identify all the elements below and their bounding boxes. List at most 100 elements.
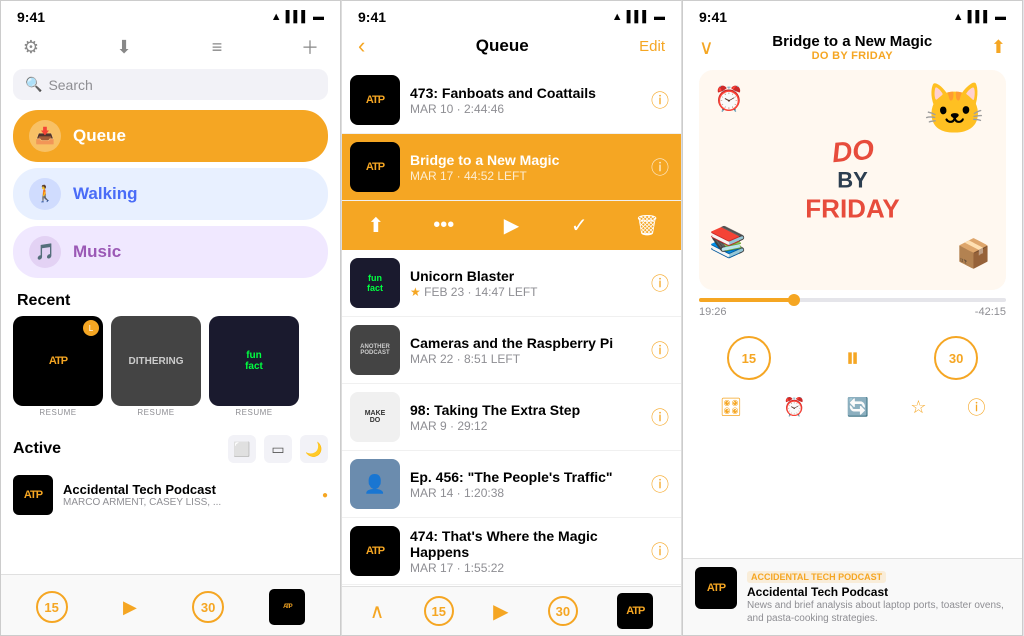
settings-icon[interactable]: ⚙ xyxy=(17,33,45,61)
search-bar[interactable]: 🔍 Search xyxy=(13,69,328,100)
music-nav-icon: 🎵 xyxy=(29,236,61,268)
alarm-icon[interactable]: ⏰ xyxy=(783,397,805,418)
active-icons: ⬜ ▭ 🌙 xyxy=(228,435,328,463)
qi-title-6: Ep. 456: "The People's Traffic" xyxy=(410,469,641,485)
moon-icon[interactable]: 🌙 xyxy=(300,435,328,463)
queue-item-4[interactable]: ANOTHERPODCAST Cameras and the Raspberry… xyxy=(342,317,681,384)
info-icon-p3[interactable]: ⓘ xyxy=(967,394,985,420)
p2-forward-btn[interactable]: 30 xyxy=(548,596,578,626)
nav-music[interactable]: 🎵 Music xyxy=(13,226,328,278)
qi-info-3: Unicorn Blaster ★ FEB 23 · 14:47 LEFT xyxy=(410,268,641,299)
qi-info-btn-5[interactable]: ⓘ xyxy=(651,404,669,430)
queue-item-7[interactable]: ATP 474: That's Where the Magic Happens … xyxy=(342,518,681,585)
rewind-15-btn-p3[interactable]: 15 xyxy=(727,336,771,380)
search-icon: 🔍 xyxy=(25,76,42,93)
progress-times: 19:26 -42:15 xyxy=(699,306,1006,318)
progress-bar[interactable] xyxy=(699,298,1006,302)
signal-icon-3: ▌▌▌ xyxy=(968,11,991,23)
queue-item-1[interactable]: ATP 473: Fanboats and Coattails MAR 10 ·… xyxy=(342,67,681,134)
status-icons-1: ▲ ▌▌▌ ▬ xyxy=(271,11,324,23)
qi-title-2: Bridge to a New Magic xyxy=(410,152,641,168)
forward-30-btn-p3[interactable]: 30 xyxy=(934,336,978,380)
queue-item-6[interactable]: 👤 Ep. 456: "The People's Traffic" MAR 14… xyxy=(342,451,681,518)
equalizer-icon[interactable]: 🎛 xyxy=(720,397,743,418)
queue-item-5[interactable]: MAKEDO 98: Taking The Extra Step MAR 9 ·… xyxy=(342,384,681,451)
qi-info-4: Cameras and the Raspberry Pi MAR 22 · 8:… xyxy=(410,335,641,366)
queue-item-3[interactable]: funfact Unicorn Blaster ★ FEB 23 · 14:47… xyxy=(342,250,681,317)
queue-icon[interactable]: ≡ xyxy=(203,33,231,61)
qi-info-btn-4[interactable]: ⓘ xyxy=(651,337,669,363)
qi-title-5: 98: Taking The Extra Step xyxy=(410,402,641,418)
recent-item-dithering[interactable]: DITHERING RESUME xyxy=(111,316,201,421)
share-action-btn[interactable]: ⬆ xyxy=(342,207,410,244)
qi-sub-3: ★ FEB 23 · 14:47 LEFT xyxy=(410,285,641,299)
wifi-icon-3: ▲ xyxy=(953,11,964,23)
rewind-15-btn[interactable]: 15 xyxy=(36,591,68,623)
p2-chevron-up[interactable]: ∧ xyxy=(370,599,385,624)
qi-info-btn-3[interactable]: ⓘ xyxy=(651,270,669,296)
progress-section: 19:26 -42:15 xyxy=(683,298,1022,324)
p3-extras: 🎛 ⏰ 🔄 ☆ ⓘ xyxy=(683,390,1022,426)
chevron-down-icon[interactable]: ∨ xyxy=(699,35,714,60)
screen-icon[interactable]: ⬜ xyxy=(228,435,256,463)
np-controls: 15 ▶ 30 ATP xyxy=(13,583,328,627)
p2-art-thumb: ATP xyxy=(617,593,653,629)
status-time-1: 9:41 xyxy=(17,9,45,25)
star-icon-p3[interactable]: ☆ xyxy=(910,397,926,418)
p2-rewind-btn[interactable]: 15 xyxy=(424,596,454,626)
now-playing-bar[interactable]: 15 ▶ 30 ATP xyxy=(1,574,340,635)
active-header: Active ⬜ ▭ 🌙 xyxy=(13,431,328,471)
qi-info-1: 473: Fanboats and Coattails MAR 10 · 2:4… xyxy=(410,85,641,116)
share-icon[interactable]: ⬆ xyxy=(991,37,1006,58)
edit-button[interactable]: Edit xyxy=(639,38,665,55)
play-action-btn[interactable]: ▶ xyxy=(478,207,546,244)
qi-title-7: 474: That's Where the Magic Happens xyxy=(410,528,641,560)
qi-sub-5: MAR 9 · 29:12 xyxy=(410,419,641,433)
nav-walking[interactable]: 🚶 Walking xyxy=(13,168,328,220)
status-time-3: 9:41 xyxy=(699,9,727,25)
qi-info-btn-7[interactable]: ⓘ xyxy=(651,538,669,564)
recent-item-atp[interactable]: ATP L RESUME xyxy=(13,316,103,421)
nav-queue[interactable]: 📥 Queue xyxy=(13,110,328,162)
walking-nav-icon: 🚶 xyxy=(29,178,61,210)
active-podcast-info: Accidental Tech Podcast MARCO ARMENT, CA… xyxy=(63,482,312,508)
resume-label-2: RESUME xyxy=(111,406,201,421)
battery-icon-3: ▬ xyxy=(995,11,1006,23)
dbf-art: 🐱 ⏰ 📚 📦 DO BY FRIDAY xyxy=(699,70,1006,290)
qi-info-btn-6[interactable]: ⓘ xyxy=(651,471,669,497)
queue-item-2-active[interactable]: ATP Bridge to a New Magic MAR 17 · 44:52… xyxy=(342,134,681,201)
phone-2: 9:41 ▲ ▌▌▌ ▬ ‹ Queue Edit ATP 473: Fanbo… xyxy=(341,0,682,636)
add-icon[interactable]: ＋ xyxy=(296,33,324,61)
star-icon-3: ★ xyxy=(410,285,421,299)
tablet-icon[interactable]: ▭ xyxy=(264,435,292,463)
queue-label: Queue xyxy=(73,126,126,146)
p2-play-btn[interactable]: ▶ xyxy=(493,599,508,624)
queue-list: ATP 473: Fanboats and Coattails MAR 10 ·… xyxy=(342,67,681,613)
qi-art-4: ANOTHERPODCAST xyxy=(350,325,400,375)
action-row: ⬆ ••• ▶ ✓ 🗑 xyxy=(342,201,681,250)
pause-btn-p3[interactable]: ⏸ xyxy=(826,332,878,384)
progress-thumb xyxy=(788,294,800,306)
p2-header: ‹ Queue Edit xyxy=(342,29,681,67)
qi-info-btn-2[interactable]: ⓘ xyxy=(651,154,669,180)
qi-art-7: ATP xyxy=(350,526,400,576)
wifi-icon-2: ▲ xyxy=(612,11,623,23)
more-action-btn[interactable]: ••• xyxy=(410,207,478,244)
speed-icon[interactable]: 🔄 xyxy=(847,397,869,418)
download-icon[interactable]: ⬇ xyxy=(110,33,138,61)
check-action-btn[interactable]: ✓ xyxy=(545,207,613,244)
p3-bottom[interactable]: ATP ACCIDENTAL TECH PODCAST Accidental T… xyxy=(683,558,1022,635)
back-button[interactable]: ‹ xyxy=(358,33,365,59)
play-btn[interactable]: ▶ xyxy=(113,590,147,624)
qi-info-btn-1[interactable]: ⓘ xyxy=(651,87,669,113)
p3-title-block: Bridge to a New Magic DO BY FRIDAY xyxy=(772,33,932,62)
active-podcast-item[interactable]: ATP Accidental Tech Podcast MARCO ARMENT… xyxy=(13,471,328,519)
forward-30-btn[interactable]: 30 xyxy=(192,591,224,623)
atp-badge: L xyxy=(83,320,99,336)
resume-label-3: RESUME xyxy=(209,406,299,421)
recent-item-funfact[interactable]: fun fact RESUME xyxy=(209,316,299,421)
delete-action-btn[interactable]: 🗑 xyxy=(613,207,681,244)
qi-sub-6: MAR 14 · 1:20:38 xyxy=(410,486,641,500)
battery-icon-2: ▬ xyxy=(654,11,665,23)
p3-podcast-title: Accidental Tech Podcast xyxy=(747,585,1010,599)
